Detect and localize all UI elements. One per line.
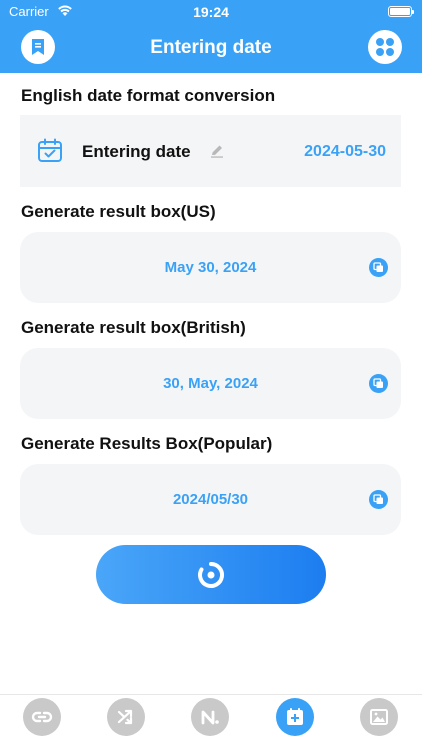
grid-icon — [376, 38, 394, 56]
section-title-popular: Generate Results Box(Popular) — [21, 434, 273, 453]
result-box-british: 30, May, 2024 — [20, 348, 401, 419]
clock: 19:24 — [193, 4, 229, 20]
copy-icon — [373, 494, 383, 504]
copy-button-us[interactable] — [369, 258, 388, 277]
tab-n[interactable] — [191, 698, 229, 736]
result-box-popular: 2024/05/30 — [20, 464, 401, 535]
section-title-british: Generate result box(British) — [21, 318, 246, 337]
n-letter-icon — [201, 710, 219, 725]
link-icon — [31, 711, 53, 723]
tab-image[interactable] — [360, 698, 398, 736]
date-value[interactable]: 2024-05-30 — [304, 143, 386, 161]
tab-calendar-add[interactable] — [276, 698, 314, 736]
tab-link[interactable] — [23, 698, 61, 736]
section-title-conversion: English date format conversion — [21, 86, 276, 105]
result-value-popular: 2024/05/30 — [172, 491, 249, 508]
copy-button-popular[interactable] — [369, 490, 388, 509]
result-value-british: 30, May, 2024 — [163, 375, 258, 392]
pencil-icon[interactable] — [210, 144, 224, 158]
copy-icon — [373, 378, 383, 388]
status-bar: Carrier 19:24 — [0, 0, 422, 24]
section-title-us: Generate result box(US) — [21, 202, 216, 221]
result-box-us: May 30, 2024 — [20, 232, 401, 303]
shuffle-icon — [117, 709, 133, 725]
calendar-icon — [38, 138, 62, 162]
refresh-icon — [198, 561, 224, 588]
copy-icon — [373, 262, 383, 272]
tab-shuffle[interactable] — [107, 698, 145, 736]
image-icon — [370, 709, 388, 725]
tab-bar — [0, 694, 422, 751]
app-header: Carrier 19:24 Entering date — [0, 0, 422, 73]
date-input-row[interactable]: Entering date 2024-05-30 — [20, 115, 401, 187]
page-title: Entering date — [150, 37, 272, 58]
date-input-label: Entering date — [82, 142, 191, 161]
convert-button[interactable] — [96, 545, 326, 604]
calendar-add-icon — [287, 708, 303, 725]
result-value-us: May 30, 2024 — [164, 259, 257, 276]
copy-button-british[interactable] — [369, 374, 388, 393]
apps-button[interactable] — [368, 30, 402, 64]
battery-icon — [388, 6, 414, 17]
